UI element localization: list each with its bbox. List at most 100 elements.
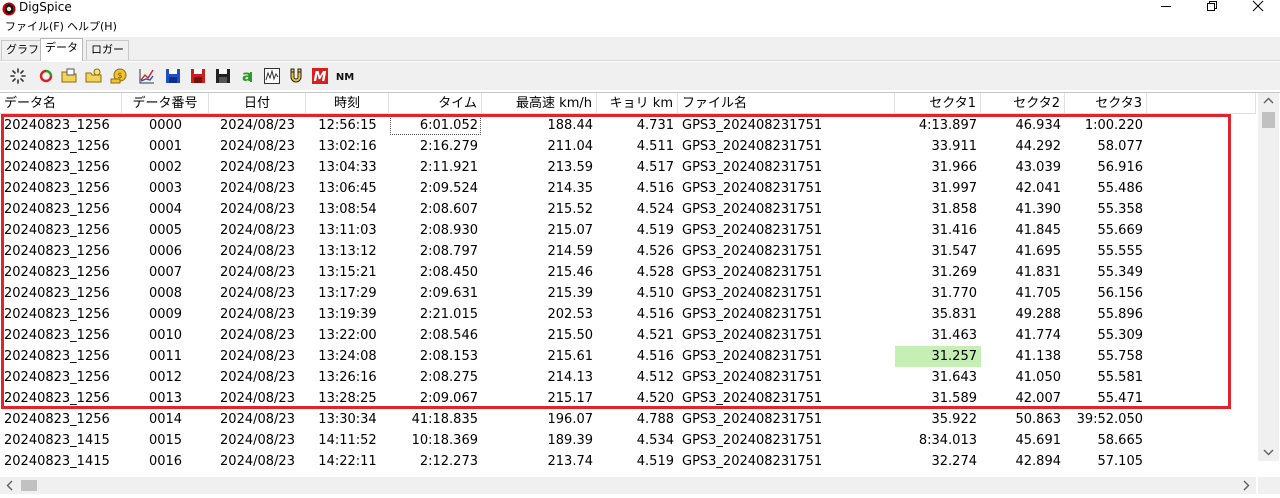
cell-sector1[interactable]: 4:13.897	[895, 115, 981, 136]
cell-sector2[interactable]: 41.705	[981, 283, 1065, 304]
table-row[interactable]: 20240823_1415 0015 2024/08/23 14:11:52 10:18…	[0, 430, 1256, 451]
cell-sector2[interactable]: 41.774	[981, 325, 1065, 346]
cell-sector2[interactable]: 41.138	[981, 346, 1065, 367]
cell-lap-time[interactable]: 2:08.153	[389, 346, 482, 367]
cell-distance[interactable]: 4.528	[597, 262, 678, 283]
cell-sector2[interactable]: 43.039	[981, 157, 1065, 178]
cell-sector2[interactable]: 45.691	[981, 430, 1065, 451]
cell-file-name[interactable]: GPS3_202408231751	[678, 115, 895, 136]
table-row[interactable]: 20240823_1256 0012 2024/08/23 13:26:16 2:08.…	[0, 367, 1256, 388]
folder-icon[interactable]	[85, 67, 103, 85]
cell-lap-time[interactable]: 2:08.450	[389, 262, 482, 283]
cell-sector2[interactable]: 42.041	[981, 178, 1065, 199]
table-row[interactable]: 20240823_1256 0014 2024/08/23 13:30:34 41:18…	[0, 409, 1256, 430]
cell-distance[interactable]: 4.731	[597, 115, 678, 136]
column-header-distance[interactable]: キョリ km	[597, 93, 678, 114]
cell-date[interactable]: 2024/08/23	[209, 304, 306, 325]
cell-sector2[interactable]: 41.831	[981, 262, 1065, 283]
cell-top-speed[interactable]: 215.61	[482, 346, 597, 367]
cell-distance[interactable]: 4.788	[597, 409, 678, 430]
cell-top-speed[interactable]: 214.13	[482, 367, 597, 388]
cell-lap-time[interactable]: 2:21.015	[389, 304, 482, 325]
cell-sector2[interactable]: 49.288	[981, 304, 1065, 325]
cell-data-number[interactable]: 0007	[122, 262, 209, 283]
cell-date[interactable]: 2024/08/23	[209, 178, 306, 199]
cell-date[interactable]: 2024/08/23	[209, 325, 306, 346]
cell-date[interactable]: 2024/08/23	[209, 430, 306, 451]
cell-top-speed[interactable]: 213.59	[482, 157, 597, 178]
cell-top-speed[interactable]: 215.46	[482, 262, 597, 283]
cell-sector2[interactable]: 41.050	[981, 367, 1065, 388]
cell-time[interactable]: 14:11:52	[306, 430, 389, 451]
cell-data-number[interactable]: 0009	[122, 304, 209, 325]
cell-time[interactable]: 13:26:16	[306, 367, 389, 388]
cell-sector3[interactable]: 55.669	[1065, 220, 1147, 241]
save-blue-icon[interactable]	[164, 67, 182, 85]
cell-lap-time[interactable]: 2:08.607	[389, 199, 482, 220]
cell-time[interactable]: 13:04:33	[306, 157, 389, 178]
cell-time[interactable]: 13:13:12	[306, 241, 389, 262]
cell-sector3[interactable]: 55.309	[1065, 325, 1147, 346]
cell-file-name[interactable]: GPS3_202408231751	[678, 178, 895, 199]
magnet-icon[interactable]	[287, 67, 305, 85]
scroll-down-icon[interactable]	[1258, 444, 1279, 461]
cell-sector1[interactable]: 31.416	[895, 220, 981, 241]
cell-file-name[interactable]: GPS3_202408231751	[678, 241, 895, 262]
cell-time[interactable]: 13:24:08	[306, 346, 389, 367]
cell-sector1[interactable]: 31.589	[895, 388, 981, 409]
column-header-top-speed[interactable]: 最高速 km/h	[482, 93, 597, 114]
cell-data-name[interactable]: 20240823_1256	[0, 262, 122, 283]
column-header-sector1[interactable]: セクタ1	[895, 93, 981, 114]
cell-data-number[interactable]: 0013	[122, 388, 209, 409]
cell-top-speed[interactable]: 215.39	[482, 283, 597, 304]
cell-file-name[interactable]: GPS3_202408231751	[678, 157, 895, 178]
vertical-scrollbar[interactable]	[1258, 93, 1279, 461]
cell-date[interactable]: 2024/08/23	[209, 409, 306, 430]
cell-time[interactable]: 13:06:45	[306, 178, 389, 199]
cell-file-name[interactable]: GPS3_202408231751	[678, 388, 895, 409]
cell-sector1[interactable]: 35.922	[895, 409, 981, 430]
tab-data[interactable]: データ	[40, 38, 83, 61]
cell-distance[interactable]: 4.524	[597, 199, 678, 220]
cell-extra[interactable]	[1147, 409, 1256, 430]
cell-top-speed[interactable]: 213.74	[482, 451, 597, 472]
cell-lap-time[interactable]: 2:08.930	[389, 220, 482, 241]
column-header-data-name[interactable]: データ名	[0, 93, 122, 114]
cell-distance[interactable]: 4.519	[597, 220, 678, 241]
cell-sector1[interactable]: 33.911	[895, 136, 981, 157]
cell-extra[interactable]	[1147, 262, 1256, 283]
cell-top-speed[interactable]: 215.52	[482, 199, 597, 220]
cell-lap-time[interactable]: 41:18.835	[389, 409, 482, 430]
cell-time[interactable]: 13:02:16	[306, 136, 389, 157]
cell-sector3[interactable]: 56.156	[1065, 283, 1147, 304]
table-row[interactable]: 20240823_1256 0009 2024/08/23 13:19:39 2:21.…	[0, 304, 1256, 325]
cell-lap-time[interactable]: 2:09.631	[389, 283, 482, 304]
table-row[interactable]: 20240823_1256 0013 2024/08/23 13:28:25 2:09.…	[0, 388, 1256, 409]
table-row[interactable]: 20240823_1256 0006 2024/08/23 13:13:12 2:08.…	[0, 241, 1256, 262]
cell-sector3[interactable]: 39:52.050	[1065, 409, 1147, 430]
cell-time[interactable]: 13:17:29	[306, 283, 389, 304]
cell-sector1[interactable]: 31.997	[895, 178, 981, 199]
column-header-data-number[interactable]: データ番号	[122, 93, 209, 114]
column-header-lap-time[interactable]: タイム	[389, 93, 482, 114]
cell-data-name[interactable]: 20240823_1415	[0, 451, 122, 472]
cell-date[interactable]: 2024/08/23	[209, 115, 306, 136]
cell-extra[interactable]	[1147, 241, 1256, 262]
cell-extra[interactable]	[1147, 283, 1256, 304]
cell-distance[interactable]: 4.517	[597, 157, 678, 178]
cell-time[interactable]: 13:22:00	[306, 325, 389, 346]
chart-icon[interactable]	[138, 67, 156, 85]
loading-spinner-icon[interactable]	[9, 67, 27, 85]
cell-sector3[interactable]: 1:00.220	[1065, 115, 1147, 136]
table-row[interactable]: 20240823_1256 0011 2024/08/23 13:24:08 2:08.…	[0, 346, 1256, 367]
cell-distance[interactable]: 4.516	[597, 346, 678, 367]
cell-data-number[interactable]: 0008	[122, 283, 209, 304]
cell-data-name[interactable]: 20240823_1256	[0, 325, 122, 346]
menu-file[interactable]: ファイル(F)	[5, 19, 64, 35]
cell-data-name[interactable]: 20240823_1256	[0, 199, 122, 220]
cell-extra[interactable]	[1147, 430, 1256, 451]
cell-sector2[interactable]: 42.894	[981, 451, 1065, 472]
table-row[interactable]: 20240823_1256 0010 2024/08/23 13:22:00 2:08.…	[0, 325, 1256, 346]
cell-data-number[interactable]: 0000	[122, 115, 209, 136]
cell-sector3[interactable]: 56.916	[1065, 157, 1147, 178]
